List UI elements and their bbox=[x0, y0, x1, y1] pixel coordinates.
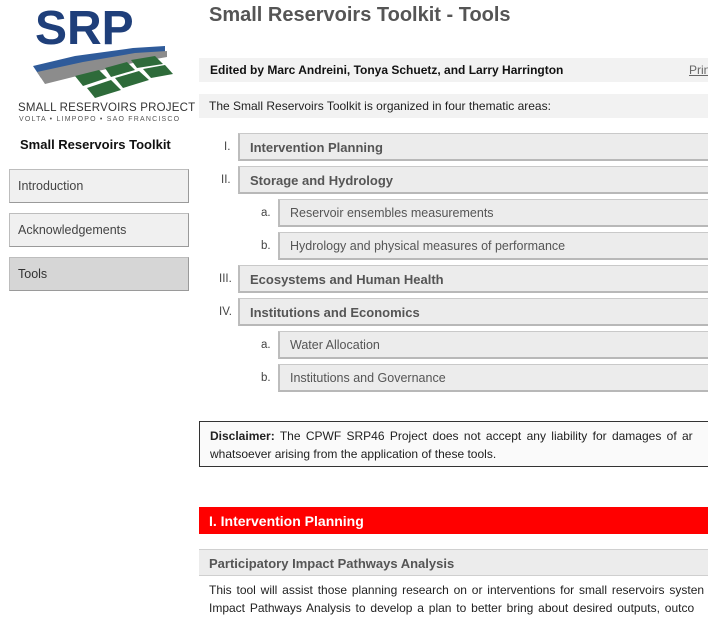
subarea-link-water-allocation[interactable]: Water Allocation bbox=[278, 331, 708, 359]
disclaimer-label: Disclaimer: bbox=[210, 429, 275, 443]
tool-description-line-1: This tool will assist those planning res… bbox=[209, 583, 705, 597]
disclaimer-box: Disclaimer: The CPWF SRP46 Project does … bbox=[199, 421, 708, 467]
logo-word: SRP bbox=[35, 4, 134, 55]
field-shape bbox=[143, 65, 173, 78]
area-number: II. bbox=[221, 174, 231, 186]
tool-link-participatory-impact-pathways[interactable]: Participatory Impact Pathways Analysis bbox=[199, 549, 708, 576]
subarea-letter: a. bbox=[261, 339, 271, 351]
area-link-institutions-economics[interactable]: Institutions and Economics bbox=[238, 298, 708, 326]
area-link-storage-hydrology[interactable]: Storage and Hydrology bbox=[238, 166, 708, 194]
print-link[interactable]: Prin bbox=[689, 63, 708, 77]
logo-subtitle: VOLTA • LIMPOPO • SAO FRANCISCO bbox=[19, 116, 181, 123]
disclaimer-text-1: The CPWF SRP46 Project does not accept a… bbox=[279, 429, 693, 443]
subarea-letter: b. bbox=[261, 240, 271, 252]
srp-logo: SRP SMALL RESERVOIRS PROJECT VOLTA • LIM… bbox=[15, 4, 195, 126]
subarea-letter: b. bbox=[261, 372, 271, 384]
sidebar-item-tools[interactable]: Tools bbox=[9, 257, 189, 291]
editors-credit: Edited by Marc Andreini, Tonya Schuetz, … bbox=[210, 63, 564, 77]
tool-description: This tool will assist those planning res… bbox=[199, 578, 708, 618]
disclaimer-line-1: Disclaimer: The CPWF SRP46 Project does … bbox=[210, 427, 698, 445]
subarea-letter: a. bbox=[261, 207, 271, 219]
sidebar-item-acknowledgements[interactable]: Acknowledgements bbox=[9, 213, 189, 247]
intro-bar: The Small Reservoirs Toolkit is organize… bbox=[199, 94, 708, 118]
srp-logo-graphic: SRP bbox=[33, 4, 173, 98]
tool-description-line-2: Impact Pathways Analysis to develop a pl… bbox=[209, 601, 695, 615]
disclaimer-text-2: whatsoever arising from the application … bbox=[210, 447, 497, 461]
sidebar-item-introduction[interactable]: Introduction bbox=[9, 169, 189, 203]
intro-text: The Small Reservoirs Toolkit is organize… bbox=[209, 99, 551, 113]
area-number: III. bbox=[219, 273, 232, 285]
subarea-link-institutions-governance[interactable]: Institutions and Governance bbox=[278, 364, 708, 392]
logo-title: SMALL RESERVOIRS PROJECT bbox=[18, 102, 196, 114]
area-link-ecosystems-health[interactable]: Ecosystems and Human Health bbox=[238, 265, 708, 293]
area-number: I. bbox=[224, 141, 231, 153]
subarea-link-reservoir-ensembles[interactable]: Reservoir ensembles measurements bbox=[278, 199, 708, 227]
area-link-intervention-planning[interactable]: Intervention Planning bbox=[238, 133, 708, 161]
section-header-intervention-planning: I. Intervention Planning bbox=[199, 507, 708, 534]
subarea-link-hydrology-performance[interactable]: Hydrology and physical measures of perfo… bbox=[278, 232, 708, 260]
area-number: IV. bbox=[219, 306, 233, 318]
editors-bar: Edited by Marc Andreini, Tonya Schuetz, … bbox=[199, 58, 708, 82]
page-title: Small Reservoirs Toolkit - Tools bbox=[209, 4, 511, 26]
sidebar-title: Small Reservoirs Toolkit bbox=[20, 137, 171, 152]
